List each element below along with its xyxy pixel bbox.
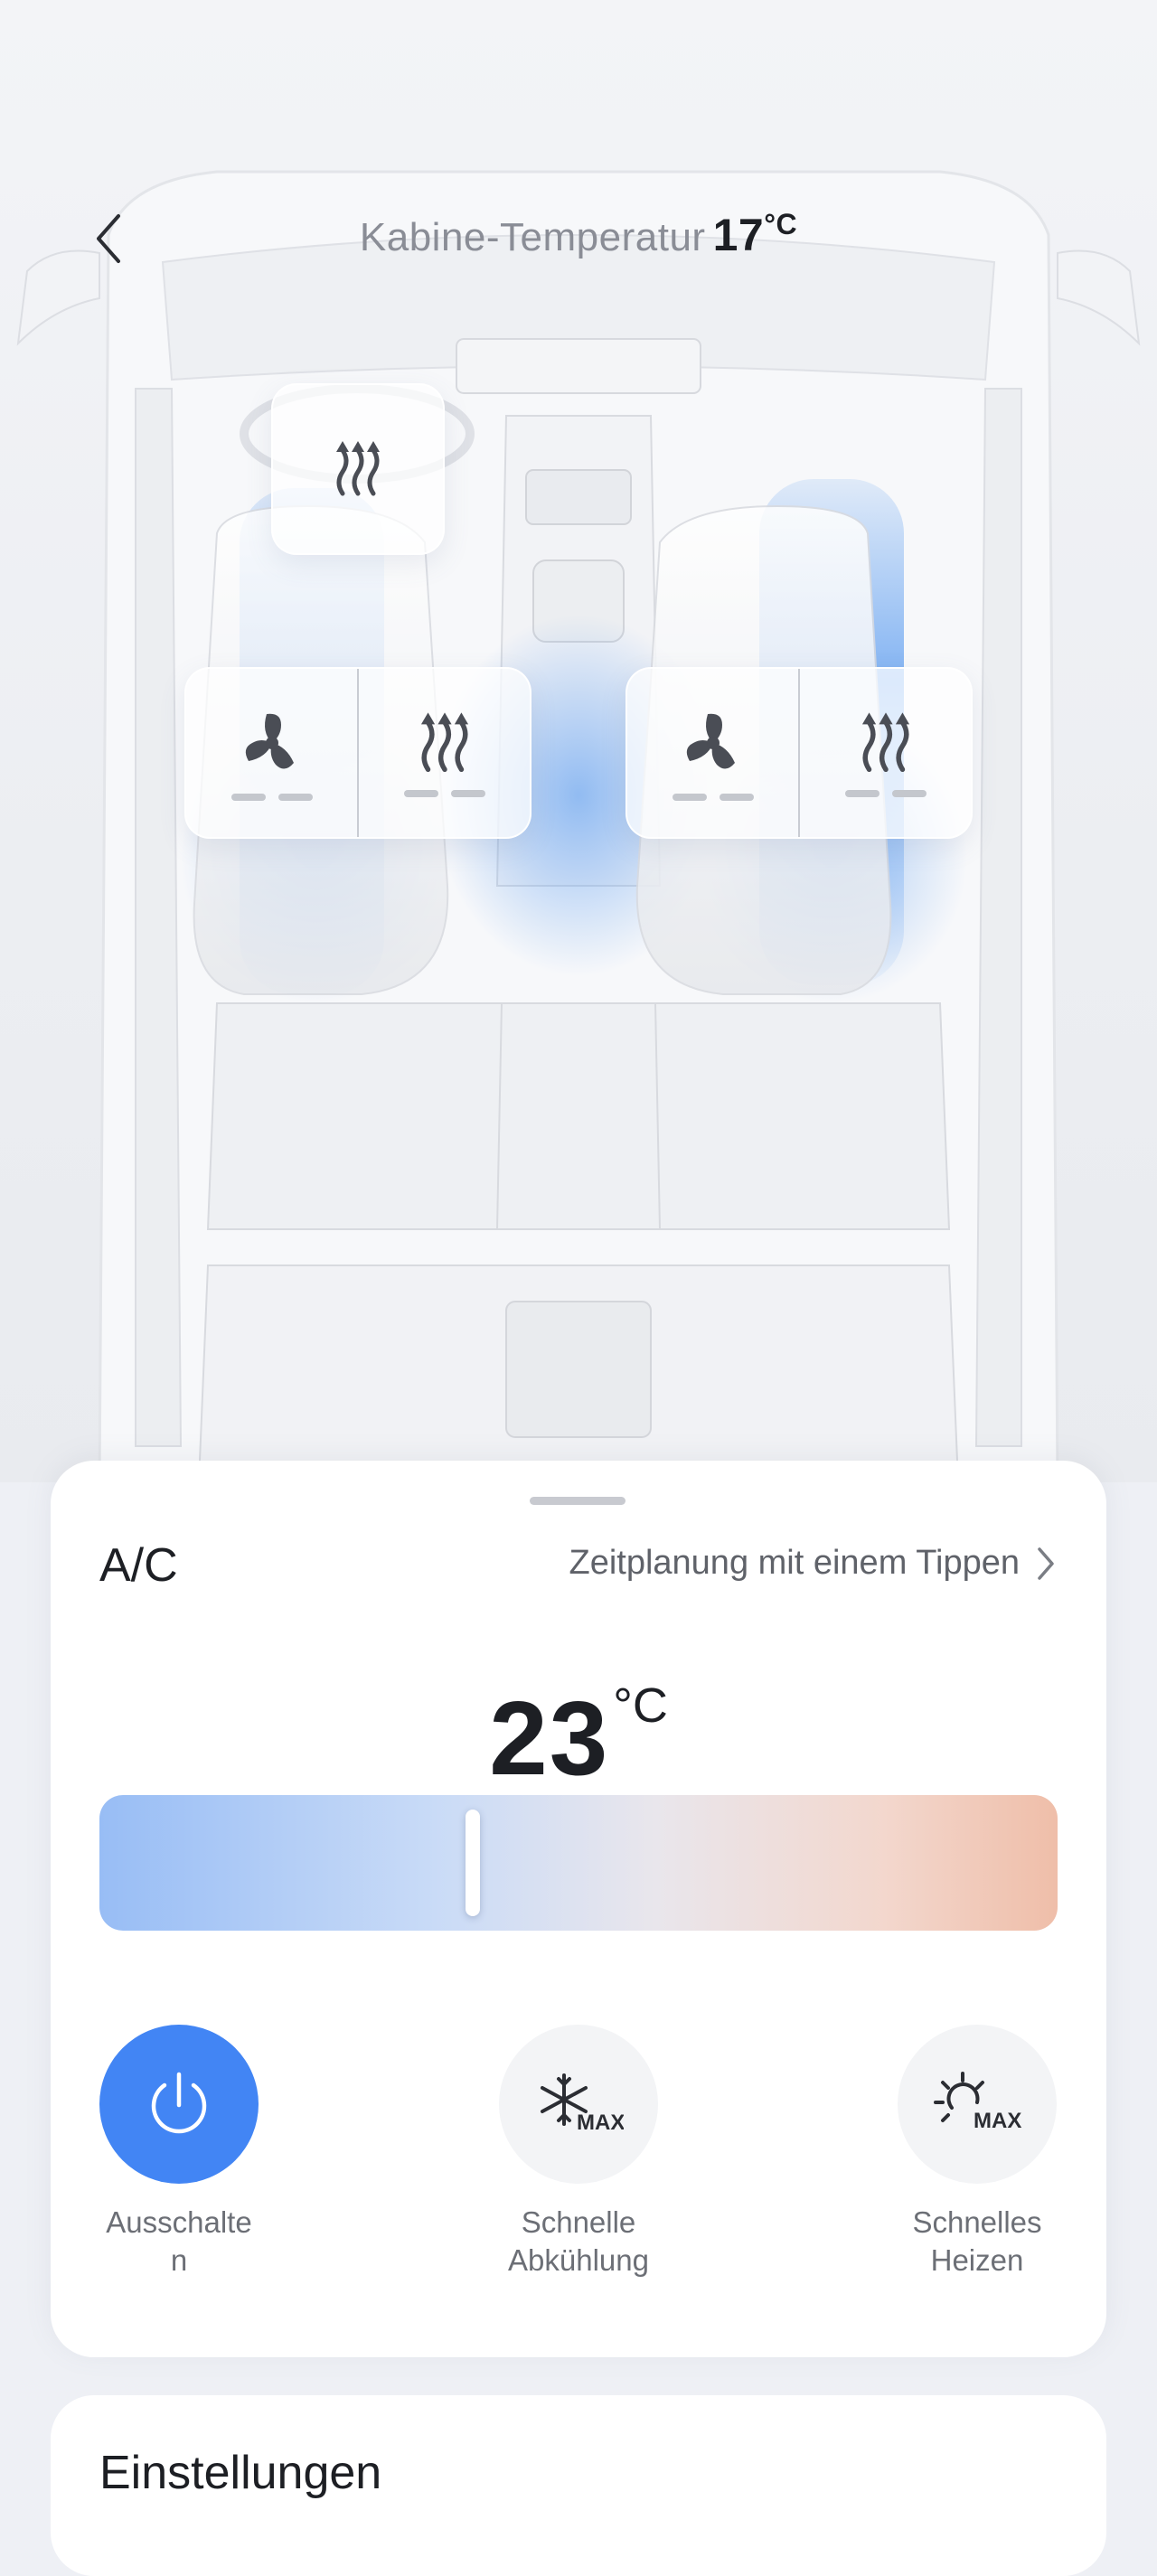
power-off-button[interactable]: Ausschalte n [84, 2025, 274, 2280]
page-title: Kabine-Temperatur 17°C [0, 208, 1157, 261]
passenger-seat-ventilation-button[interactable] [627, 669, 798, 837]
quick-cool-button[interactable]: MAX Schnelle Abkühlung [484, 2025, 673, 2280]
chevron-right-icon [1038, 1547, 1054, 1580]
steering-wheel-heat-tile[interactable] [271, 383, 445, 555]
cabin-temperature-value: 17 [712, 210, 765, 260]
target-temperature-unit: °C [613, 1678, 668, 1733]
quick-cool-circle[interactable]: MAX [499, 2025, 658, 2184]
one-tap-schedule-link[interactable]: Zeitplanung mit einem Tippen [569, 1544, 1056, 1583]
quick-cool-label: Schnelle Abkühlung [508, 2205, 649, 2277]
driver-seat-heating-button[interactable] [359, 669, 530, 837]
fan-icon [245, 713, 294, 769]
sheet-drag-handle[interactable] [530, 1497, 626, 1505]
one-tap-schedule-label: Zeitplanung mit einem Tippen [569, 1544, 1020, 1582]
power-off-label: Ausschalte n [106, 2205, 252, 2277]
heat-waves-icon [861, 712, 909, 773]
driver-heating-level [403, 790, 485, 797]
cabin-temperature-unit: °C [764, 208, 798, 240]
driver-ventilation-level [230, 794, 313, 801]
steering-wheel-heat-button[interactable] [273, 385, 443, 553]
temperature-slider[interactable] [99, 1795, 1058, 1931]
quick-heat-label: Schnelles Heizen [912, 2205, 1042, 2277]
ac-control-sheet: A/C Zeitplanung mit einem Tippen 23°C Au… [51, 1461, 1106, 2357]
target-temperature-value: 23 [489, 1679, 610, 1797]
power-icon [151, 2072, 207, 2134]
passenger-ventilation-level [672, 794, 754, 801]
heat-waves-icon [336, 441, 380, 496]
fan-icon [686, 713, 735, 769]
target-temperature: 23°C [51, 1678, 1106, 1799]
ac-section-title: A/C [99, 1539, 178, 1592]
temperature-slider-thumb[interactable] [466, 1810, 480, 1916]
svg-text:MAX: MAX [974, 2109, 1021, 2133]
max-heat-icon: MAX [934, 2072, 1021, 2133]
driver-seat-control-tile [184, 667, 531, 839]
passenger-seat-heating-button[interactable] [800, 669, 971, 837]
max-cool-icon: MAX [541, 2073, 624, 2135]
passenger-heating-level [844, 790, 927, 797]
heat-waves-icon [420, 712, 468, 773]
settings-card[interactable]: Einstellungen [51, 2395, 1106, 2576]
power-off-circle[interactable] [99, 2025, 259, 2184]
settings-title: Einstellungen [99, 2447, 382, 2499]
driver-seat-ventilation-button[interactable] [186, 669, 357, 837]
quick-heat-button[interactable]: MAX Schnelles Heizen [882, 2025, 1072, 2280]
ac-mode-buttons: Ausschalte n MAX Schnelle Abkühlung MAX … [99, 2025, 1058, 2296]
svg-text:MAX: MAX [577, 2111, 624, 2135]
cabin-temperature-label: Kabine-Temperatur [359, 215, 706, 259]
quick-heat-circle[interactable]: MAX [898, 2025, 1057, 2184]
passenger-seat-control-tile [626, 667, 973, 839]
